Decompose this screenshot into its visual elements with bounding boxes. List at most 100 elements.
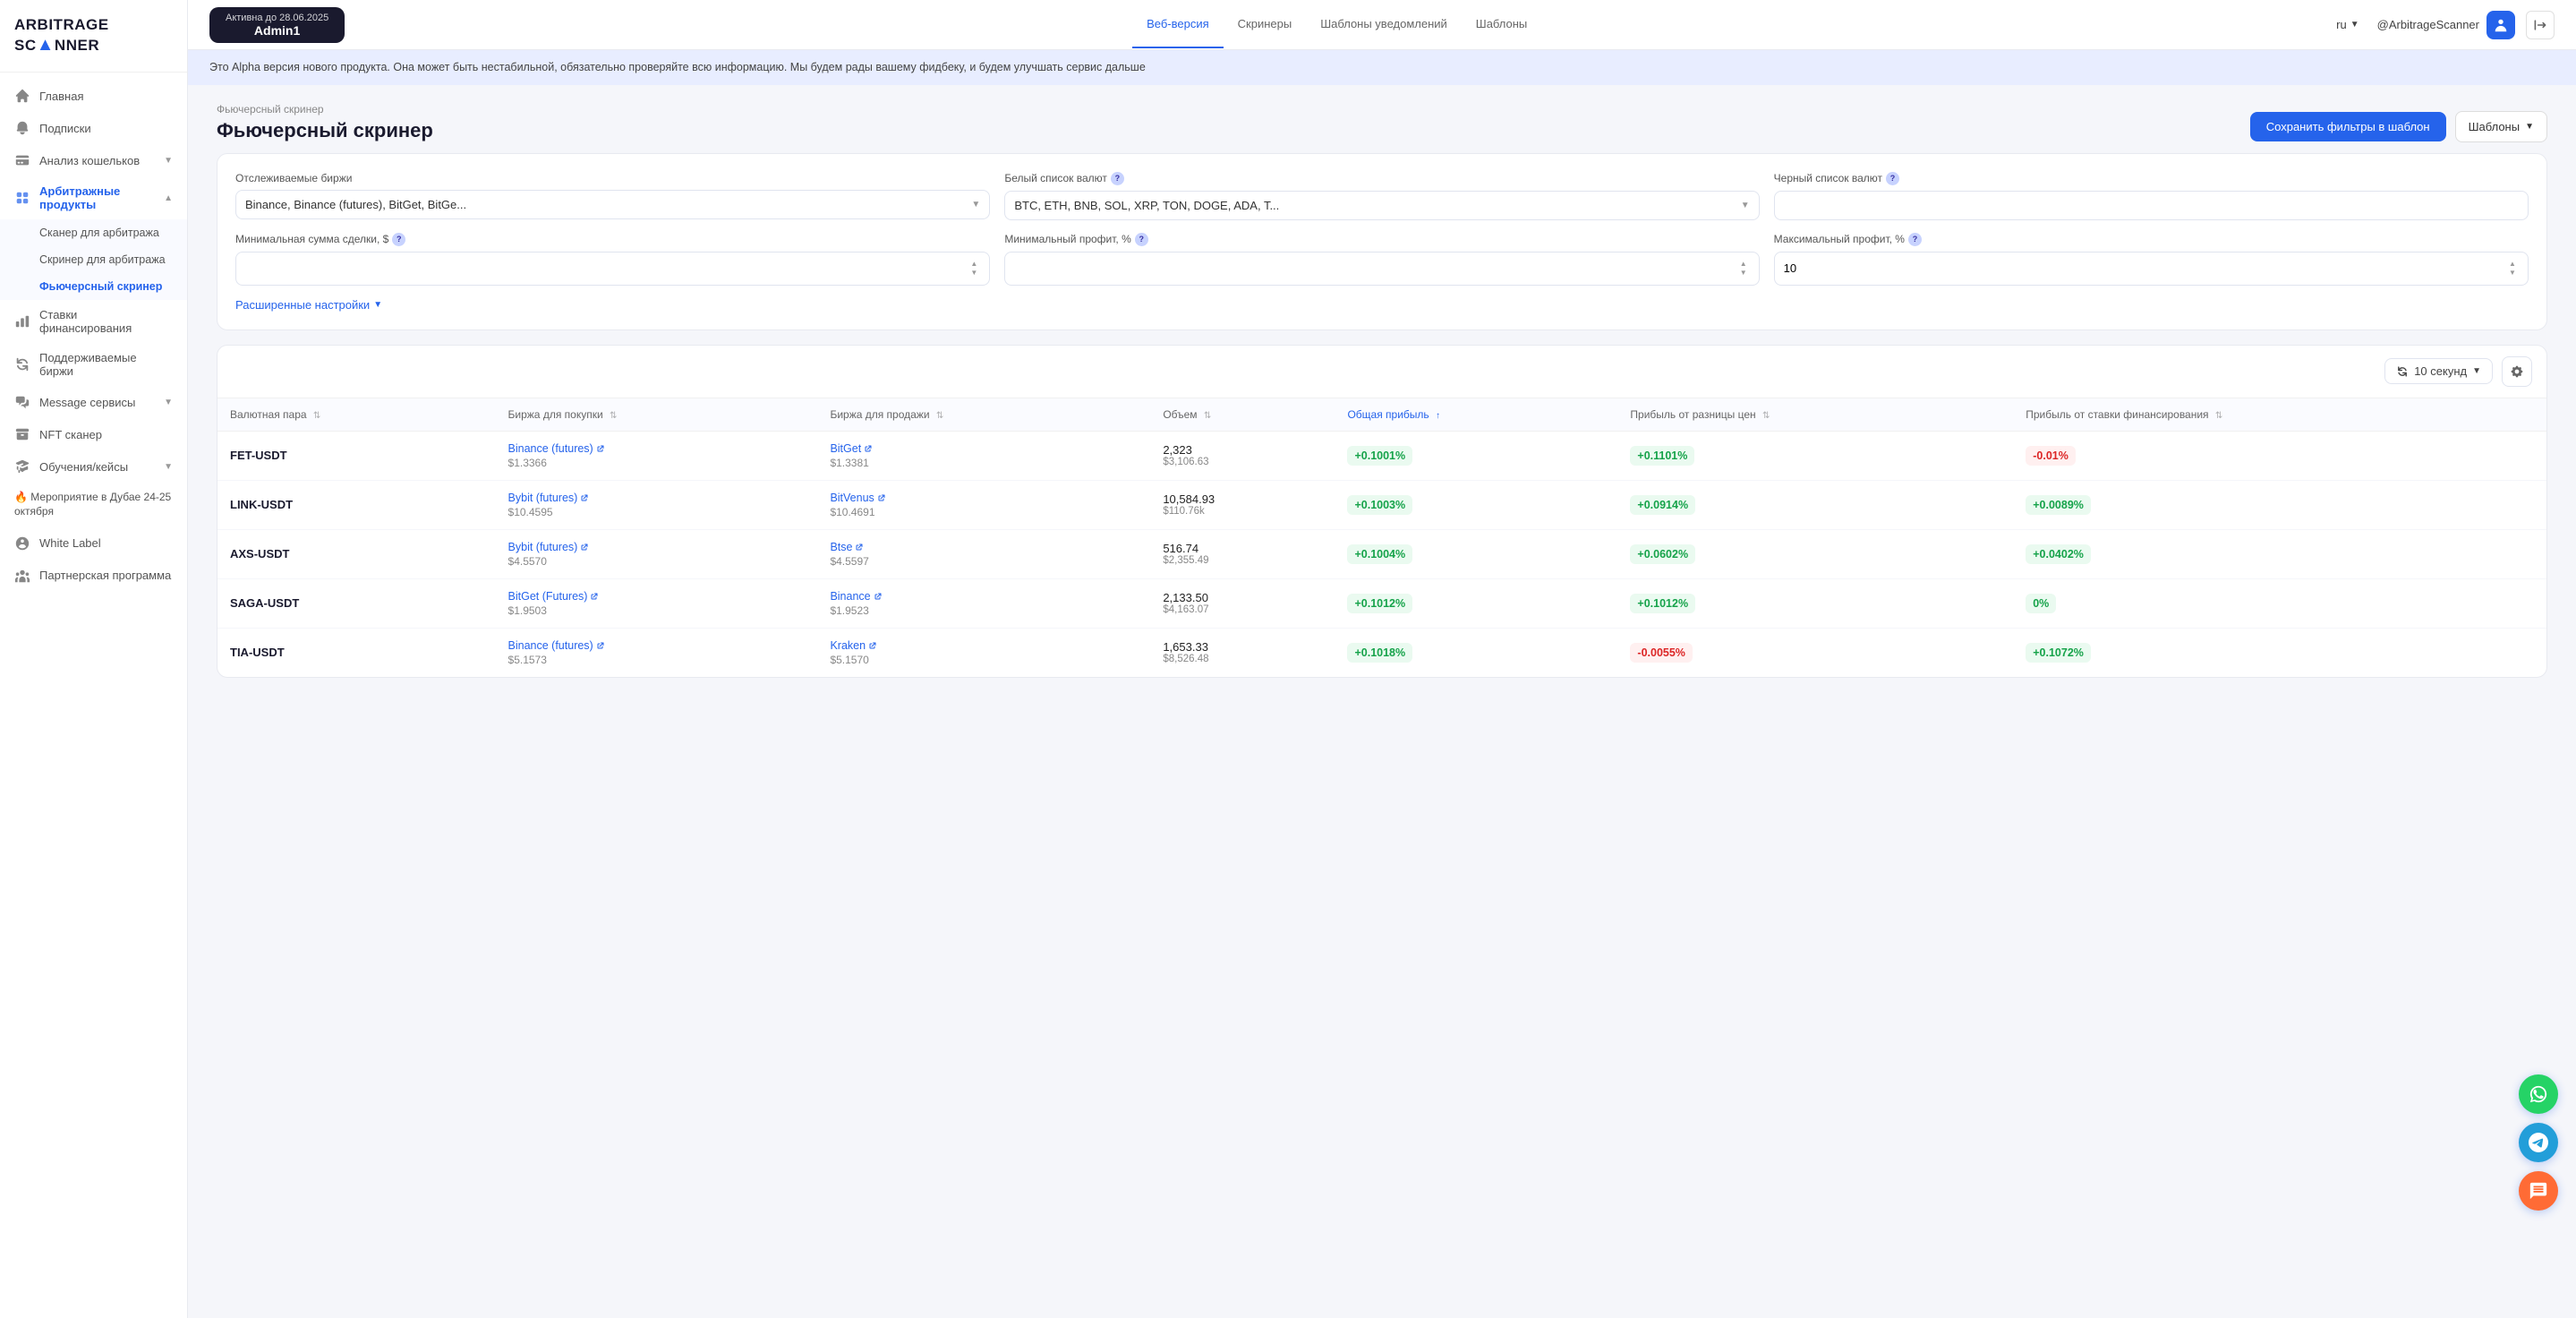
min-deal-label: Минимальная сумма сделки, $ ? [235, 233, 990, 246]
col-price-diff[interactable]: Прибыль от разницы цен ⇅ [1617, 398, 2013, 432]
table-row: SAGA-USDT BitGet (Futures) $1.9503 [218, 578, 2546, 628]
col-volume[interactable]: Объем ⇅ [1150, 398, 1335, 432]
sidebar-item-arbitrage-products[interactable]: Арбитражные продукты ▲ [0, 176, 187, 219]
col-sell-exchange[interactable]: Биржа для продажи ⇅ [817, 398, 1150, 432]
badge-expiry: Активна до 28.06.2025 [226, 13, 328, 23]
cell-sell-exchange: Btse $4.5597 [817, 529, 1150, 578]
telegram-icon [2529, 1133, 2548, 1152]
chevron-down-icon: ▼ [164, 462, 173, 472]
cell-total-profit: +0.1012% [1335, 578, 1617, 628]
min-profit-spinner[interactable]: ▲ ▼ [1737, 260, 1750, 278]
table-toolbar: 10 секунд ▼ [218, 346, 2546, 398]
spin-down[interactable]: ▼ [968, 269, 980, 278]
sidebar: ARBITRAGE SC▲NNER Главная Подписки Анали… [0, 0, 188, 1318]
col-pair[interactable]: Валютная пара ⇅ [218, 398, 496, 432]
chevron-down-icon: ▼ [164, 398, 173, 407]
max-profit-input-wrapper: ▲ ▼ [1774, 252, 2529, 286]
sidebar-item-partner-program[interactable]: Партнерская программа [0, 560, 187, 592]
spin-up[interactable]: ▲ [2506, 260, 2519, 269]
logout-button[interactable] [2526, 11, 2555, 39]
templates-button[interactable]: Шаблоны ▼ [2455, 111, 2547, 142]
spin-down[interactable]: ▼ [2506, 269, 2519, 278]
min-deal-spinner[interactable]: ▲ ▼ [968, 260, 980, 278]
col-buy-exchange[interactable]: Биржа для покупки ⇅ [496, 398, 818, 432]
spin-up[interactable]: ▲ [1737, 260, 1750, 269]
table-row: FET-USDT Binance (futures) $1.3366 [218, 431, 2546, 480]
chat-button[interactable] [2519, 1171, 2558, 1211]
filter-blacklist: Черный список валют ? [1774, 172, 2529, 220]
buy-exchange-link[interactable]: Binance (futures) [508, 639, 806, 652]
sidebar-item-dubai-event[interactable]: 🔥 Мероприятие в Дубае 24-25 октября [0, 483, 187, 526]
filter-exchanges: Отслеживаемые биржи Binance, Binance (fu… [235, 172, 990, 220]
buy-exchange-link[interactable]: Binance (futures) [508, 442, 806, 455]
language-selector[interactable]: ru ▼ [2329, 14, 2366, 35]
sort-icon: ⇅ [313, 411, 320, 421]
cell-volume: 2,133.50 $4,163.07 [1150, 578, 1335, 628]
external-link-icon [855, 543, 864, 552]
active-subscription-badge[interactable]: Активна до 28.06.2025 Admin1 [209, 7, 345, 43]
max-profit-spinner[interactable]: ▲ ▼ [2506, 260, 2519, 278]
max-profit-input[interactable] [1784, 261, 2506, 275]
app-layout: ARBITRAGE SC▲NNER Главная Подписки Анали… [0, 0, 2576, 1318]
user-menu[interactable]: @ArbitrageScanner [2377, 11, 2515, 39]
cell-pair: TIA-USDT [218, 628, 496, 677]
logo: ARBITRAGE SC▲NNER [0, 0, 187, 73]
sidebar-item-arbitrage-scanner[interactable]: Сканер для арбитража [39, 219, 187, 246]
tab-templates[interactable]: Шаблоны [1462, 1, 1542, 48]
sidebar-item-home[interactable]: Главная [0, 80, 187, 112]
sidebar-item-nft-scanner[interactable]: NFT сканер [0, 418, 187, 450]
min-deal-input[interactable] [245, 261, 968, 275]
whatsapp-button[interactable] [2519, 1074, 2558, 1114]
cell-funding-profit: -0.01% [2013, 431, 2546, 480]
save-filters-button[interactable]: Сохранить фильтры в шаблон [2250, 112, 2446, 141]
sidebar-item-arbitrage-screener[interactable]: Скринер для арбитража [39, 246, 187, 273]
blacklist-input[interactable] [1774, 191, 2529, 220]
sidebar-item-label: Скринер для арбитража [39, 253, 166, 266]
external-link-icon [877, 493, 886, 502]
page-header: Фьючерсный скринер Фьючерсный скринер Со… [188, 85, 2576, 153]
sort-icon: ⇅ [1204, 411, 1211, 421]
blacklist-text-input[interactable] [1784, 199, 2519, 212]
min-profit-input[interactable] [1014, 261, 1736, 275]
telegram-button[interactable] [2519, 1123, 2558, 1162]
buy-exchange-link[interactable]: Bybit (futures) [508, 492, 806, 504]
spin-up[interactable]: ▲ [968, 260, 980, 269]
sidebar-item-white-label[interactable]: White Label [0, 527, 187, 560]
sidebar-item-education[interactable]: Обучения/кейсы ▼ [0, 450, 187, 483]
cell-total-profit: +0.1004% [1335, 529, 1617, 578]
refresh-interval-button[interactable]: 10 секунд ▼ [2384, 358, 2493, 384]
exchanges-label: Отслеживаемые биржи [235, 172, 990, 184]
tab-web-version[interactable]: Веб-версия [1132, 1, 1224, 48]
sell-exchange-link[interactable]: Kraken [830, 639, 1138, 652]
exchanges-select[interactable]: Binance, Binance (futures), BitGet, BitG… [235, 190, 990, 219]
max-profit-help-icon: ? [1908, 233, 1922, 246]
sell-exchange-link[interactable]: Binance [830, 590, 1138, 603]
buy-exchange-link[interactable]: Bybit (futures) [508, 541, 806, 553]
table-settings-button[interactable] [2502, 356, 2532, 387]
sidebar-item-supported-exchanges[interactable]: Поддерживаемые биржи [0, 343, 187, 386]
sidebar-item-funding-rates[interactable]: Ставки финансирования [0, 300, 187, 343]
filter-card: Отслеживаемые биржи Binance, Binance (fu… [217, 153, 2547, 330]
col-funding-profit[interactable]: Прибыль от ставки финансирования ⇅ [2013, 398, 2546, 432]
tab-scanners[interactable]: Скринеры [1224, 1, 1307, 48]
tab-notification-templates[interactable]: Шаблоны уведомлений [1306, 1, 1462, 48]
topbar: Активна до 28.06.2025 Admin1 Веб-версия … [188, 0, 2576, 50]
page-title: Фьючерсный скринер [217, 119, 433, 142]
chevron-up-icon: ▲ [164, 193, 173, 203]
external-link-icon [580, 493, 589, 502]
sell-exchange-link[interactable]: BitVenus [830, 492, 1138, 504]
breadcrumb: Фьючерсный скринер [217, 103, 433, 116]
sell-exchange-link[interactable]: Btse [830, 541, 1138, 553]
sidebar-item-subscriptions[interactable]: Подписки [0, 112, 187, 144]
sell-exchange-link[interactable]: BitGet [830, 442, 1138, 455]
buy-exchange-link[interactable]: BitGet (Futures) [508, 590, 806, 603]
sidebar-item-wallet-analysis[interactable]: Анализ кошельков ▼ [0, 144, 187, 176]
sidebar-item-futures-screener[interactable]: Фьючерсный скринер [39, 273, 187, 300]
spin-down[interactable]: ▼ [1737, 269, 1750, 278]
whitelist-select[interactable]: BTC, ETH, BNB, SOL, XRP, TON, DOGE, ADA,… [1004, 191, 1759, 220]
col-total-profit[interactable]: Общая прибыль ↑ [1335, 398, 1617, 432]
sidebar-item-message-services[interactable]: Message сервисы ▼ [0, 386, 187, 418]
alpha-banner: Это Alpha версия нового продукта. Она мо… [188, 50, 2576, 85]
advanced-settings-toggle[interactable]: Расширенные настройки ▼ [235, 298, 2529, 312]
user-avatar [2486, 11, 2515, 39]
